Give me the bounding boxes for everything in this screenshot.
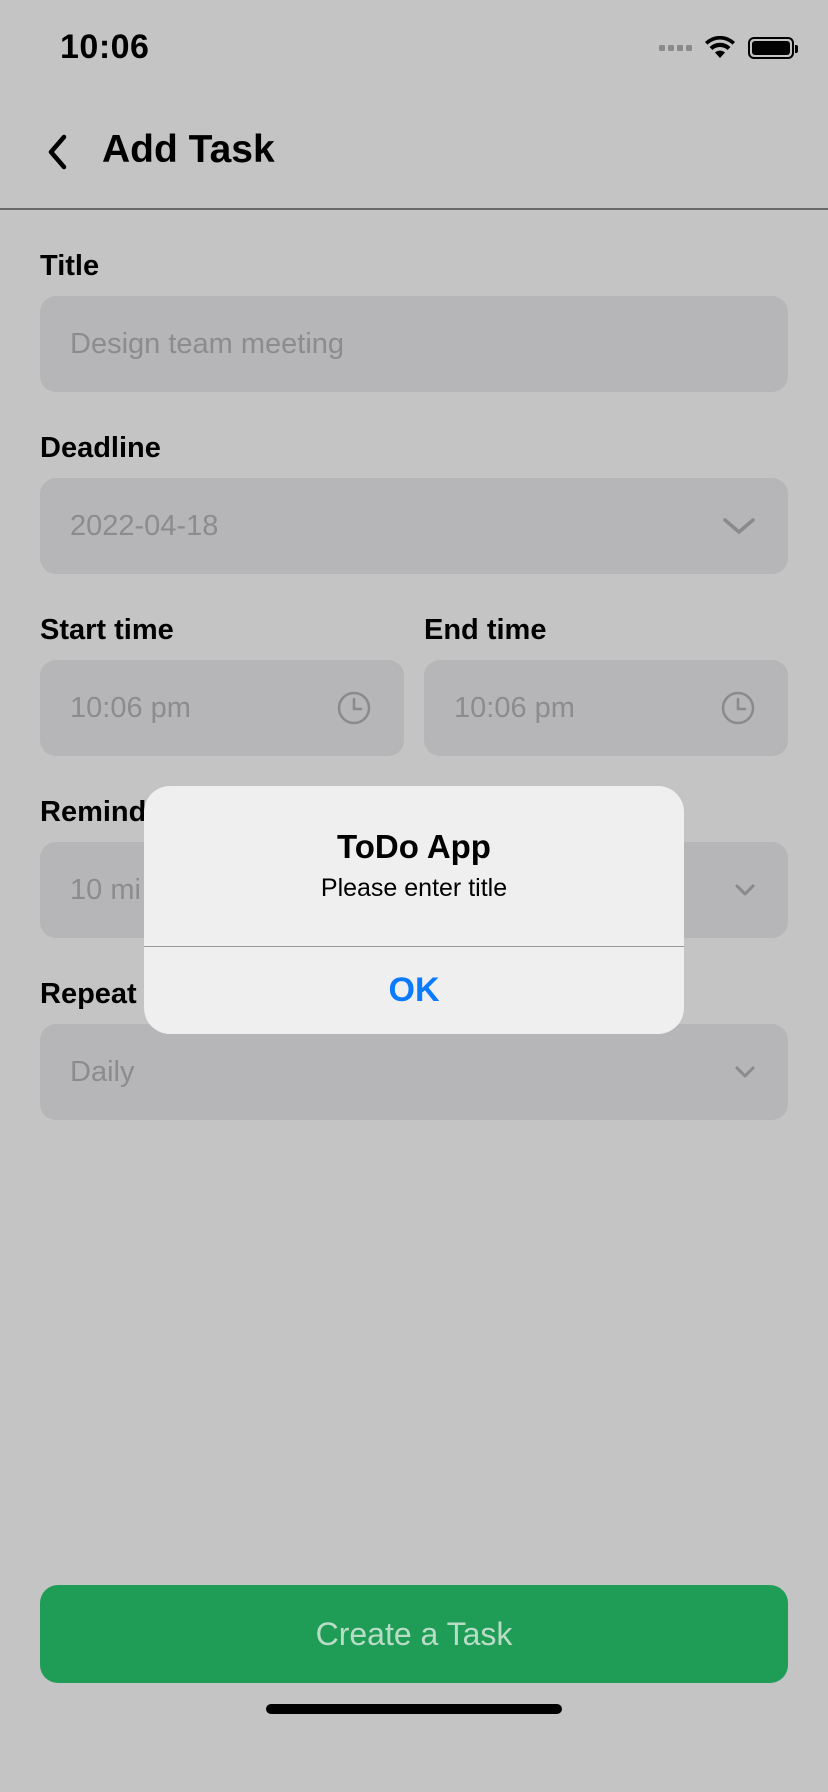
- alert-title: ToDo App: [337, 828, 491, 865]
- title-input[interactable]: Design team meeting: [40, 296, 788, 392]
- repeat-label: Repeat: [40, 978, 137, 1010]
- remind-label: Remind: [40, 796, 147, 828]
- end-time-picker[interactable]: 10:06 pm: [424, 660, 788, 756]
- clock-icon: [721, 691, 755, 725]
- status-time: 10:06: [60, 28, 150, 66]
- create-task-button[interactable]: Create a Task: [40, 1585, 788, 1683]
- start-time-value: 10:06 pm: [70, 691, 191, 724]
- alert-dialog: ToDo App Please enter title OK: [144, 786, 684, 1034]
- end-time-value: 10:06 pm: [454, 691, 575, 724]
- repeat-select[interactable]: Daily: [40, 1024, 788, 1120]
- start-time-picker[interactable]: 10:06 pm: [40, 660, 404, 756]
- chevron-down-icon: [735, 1066, 755, 1078]
- deadline-label: Deadline: [40, 432, 161, 464]
- start-time-label: Start time: [40, 614, 174, 646]
- back-button[interactable]: [36, 128, 80, 176]
- wifi-icon: [705, 36, 735, 58]
- add-task-screen: 10:06 Add Task Title Design team meeting…: [0, 0, 828, 1792]
- cellular-signal-icon: [659, 45, 692, 51]
- page-title: Add Task: [102, 128, 275, 171]
- status-icons: [659, 36, 798, 60]
- clock-icon: [337, 691, 371, 725]
- repeat-value: Daily: [70, 1055, 135, 1088]
- title-placeholder: Design team meeting: [70, 327, 345, 360]
- chevron-down-icon: [735, 884, 755, 896]
- deadline-select[interactable]: 2022-04-18: [40, 478, 788, 574]
- deadline-value: 2022-04-18: [70, 509, 219, 542]
- nav-bar: Add Task: [0, 100, 828, 210]
- alert-ok-button[interactable]: OK: [144, 947, 684, 1034]
- chevron-down-icon: [723, 518, 755, 534]
- alert-message: Please enter title: [320, 874, 508, 902]
- title-label: Title: [40, 250, 100, 282]
- end-time-label: End time: [424, 614, 547, 646]
- remind-value: 10 mi: [70, 873, 141, 906]
- battery-icon: [748, 37, 798, 59]
- home-indicator[interactable]: [266, 1704, 562, 1714]
- chevron-left-icon: [48, 134, 67, 170]
